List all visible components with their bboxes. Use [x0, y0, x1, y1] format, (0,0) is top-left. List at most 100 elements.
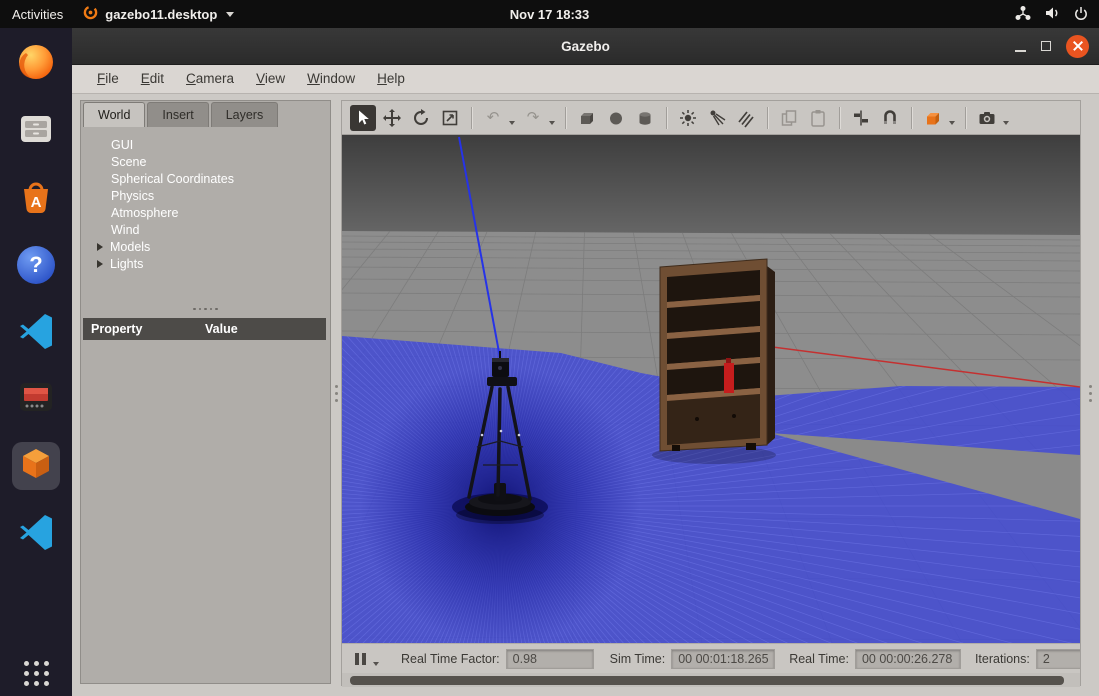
value-column-header: Value: [205, 322, 238, 336]
expand-arrow-icon[interactable]: [97, 260, 103, 268]
clock[interactable]: Nov 17 18:33: [510, 0, 590, 28]
menu-help[interactable]: Help: [366, 65, 416, 93]
redo-history-caret[interactable]: [549, 121, 555, 125]
dock-item-help[interactable]: ?: [12, 241, 60, 289]
align-button[interactable]: [848, 105, 874, 131]
network-icon[interactable]: [1015, 5, 1031, 24]
property-table-body[interactable]: [81, 340, 330, 683]
world-tree: GUI Scene Spherical Coordinates Physics …: [81, 127, 330, 279]
menu-edit[interactable]: Edit: [130, 65, 175, 93]
screenshot-button[interactable]: [974, 105, 1000, 131]
rtf-label: Real Time Factor:: [401, 652, 500, 666]
dock-item-ubuntu-software[interactable]: A: [12, 174, 60, 222]
svg-text:A: A: [31, 194, 42, 211]
menu-file[interactable]: File: [86, 65, 130, 93]
undo-history-caret[interactable]: [509, 121, 515, 125]
dock-item-files[interactable]: [12, 107, 60, 155]
dock-item-firefox[interactable]: [12, 40, 60, 88]
tree-item-spherical-coordinates[interactable]: Spherical Coordinates: [81, 170, 330, 187]
3d-scene[interactable]: [342, 135, 1080, 643]
minimize-button[interactable]: [1015, 50, 1026, 52]
title-bar[interactable]: Gazebo: [72, 28, 1099, 65]
box-button[interactable]: [574, 105, 600, 131]
media-player-icon: [16, 377, 56, 422]
sphere-button[interactable]: [603, 105, 629, 131]
tree-item-scene[interactable]: Scene: [81, 153, 330, 170]
tree-item-physics[interactable]: Physics: [81, 187, 330, 204]
rtf-field[interactable]: 0.98: [506, 649, 594, 669]
tree-item-atmosphere[interactable]: Atmosphere: [81, 204, 330, 221]
real-time-label: Real Time:: [789, 652, 849, 666]
tab-insert[interactable]: Insert: [147, 102, 208, 127]
menu-view[interactable]: View: [245, 65, 296, 93]
step-caret[interactable]: [373, 662, 379, 666]
dock-item-media-player[interactable]: [12, 375, 60, 423]
cylinder-button[interactable]: [632, 105, 658, 131]
property-column-header: Property: [83, 322, 205, 336]
expand-arrow-icon[interactable]: [97, 243, 103, 251]
power-icon[interactable]: [1073, 5, 1089, 24]
dock: A ?: [0, 28, 72, 696]
pause-button[interactable]: [352, 650, 369, 668]
files-icon: [16, 109, 56, 154]
select-tool-button[interactable]: [350, 105, 376, 131]
tree-item-gui[interactable]: GUI: [81, 136, 330, 153]
close-button[interactable]: [1066, 35, 1089, 58]
tree-item-lights[interactable]: Lights: [81, 255, 330, 272]
grid-icon: [24, 661, 49, 686]
tree-property-splitter[interactable]: [81, 301, 330, 317]
tree-item-wind[interactable]: Wind: [81, 221, 330, 238]
tree-item-models[interactable]: Models: [81, 238, 330, 255]
undo-button[interactable]: ↶: [480, 105, 506, 131]
gazebo-icon: [16, 444, 56, 489]
chevron-down-icon: [226, 12, 234, 17]
simulation-status-bar: Real Time Factor: 0.98 Sim Time: 00 00:0…: [342, 643, 1080, 673]
rotate-tool-button[interactable]: [408, 105, 434, 131]
horizontal-scrollbar[interactable]: [342, 673, 1080, 687]
show-applications-button[interactable]: [0, 661, 72, 686]
real-time-field[interactable]: 00 00:00:26.278: [855, 649, 961, 669]
sim-time-field[interactable]: 00 00:01:18.265: [671, 649, 775, 669]
vscode-icon: [16, 511, 56, 556]
maximize-button[interactable]: [1041, 41, 1051, 51]
dock-item-vscode-2[interactable]: [12, 509, 60, 557]
sim-time-label: Sim Time:: [610, 652, 666, 666]
translate-tool-button[interactable]: [379, 105, 405, 131]
iterations-field[interactable]: 2: [1036, 649, 1080, 669]
volume-icon[interactable]: [1044, 5, 1060, 24]
screenshot-caret[interactable]: [1003, 121, 1009, 125]
system-top-bar: Activities gazebo11.desktop Nov 17 18:33: [0, 0, 1099, 28]
panel-tabs: World Insert Layers: [81, 101, 330, 127]
desktop: Activities gazebo11.desktop Nov 17 18:33: [0, 0, 1099, 696]
paste-button[interactable]: [805, 105, 831, 131]
activities-button[interactable]: Activities: [12, 7, 63, 22]
menu-window[interactable]: Window: [296, 65, 366, 93]
red-object: [724, 363, 734, 393]
dock-item-gazebo[interactable]: [12, 442, 60, 490]
tab-world[interactable]: World: [83, 102, 145, 127]
scale-tool-button[interactable]: [437, 105, 463, 131]
spot-light-button[interactable]: [704, 105, 730, 131]
render-toolbar: ↶ ↷: [342, 101, 1080, 135]
scrollbar-thumb[interactable]: [350, 676, 1064, 685]
help-icon: ?: [17, 246, 55, 284]
right-panel-splitter[interactable]: [1081, 100, 1099, 686]
building-editor-button[interactable]: [920, 105, 946, 131]
copy-button[interactable]: [776, 105, 802, 131]
panel-splitter[interactable]: [331, 100, 341, 686]
app-menu[interactable]: gazebo11.desktop: [83, 5, 234, 23]
bookshelf-model: [652, 259, 776, 464]
redo-button[interactable]: ↷: [520, 105, 546, 131]
snap-button[interactable]: [877, 105, 903, 131]
menu-camera[interactable]: Camera: [175, 65, 245, 93]
dock-item-vscode[interactable]: [12, 308, 60, 356]
building-editor-caret[interactable]: [949, 121, 955, 125]
point-light-button[interactable]: [675, 105, 701, 131]
vscode-icon: [16, 310, 56, 355]
window-title: Gazebo: [72, 28, 1099, 64]
directional-light-button[interactable]: [733, 105, 759, 131]
render-viewport: ↶ ↷: [341, 100, 1081, 686]
tab-layers[interactable]: Layers: [211, 102, 279, 127]
gazebo-window: Gazebo File Edit Camera View Window Help…: [72, 28, 1099, 696]
firefox-icon: [16, 42, 56, 87]
